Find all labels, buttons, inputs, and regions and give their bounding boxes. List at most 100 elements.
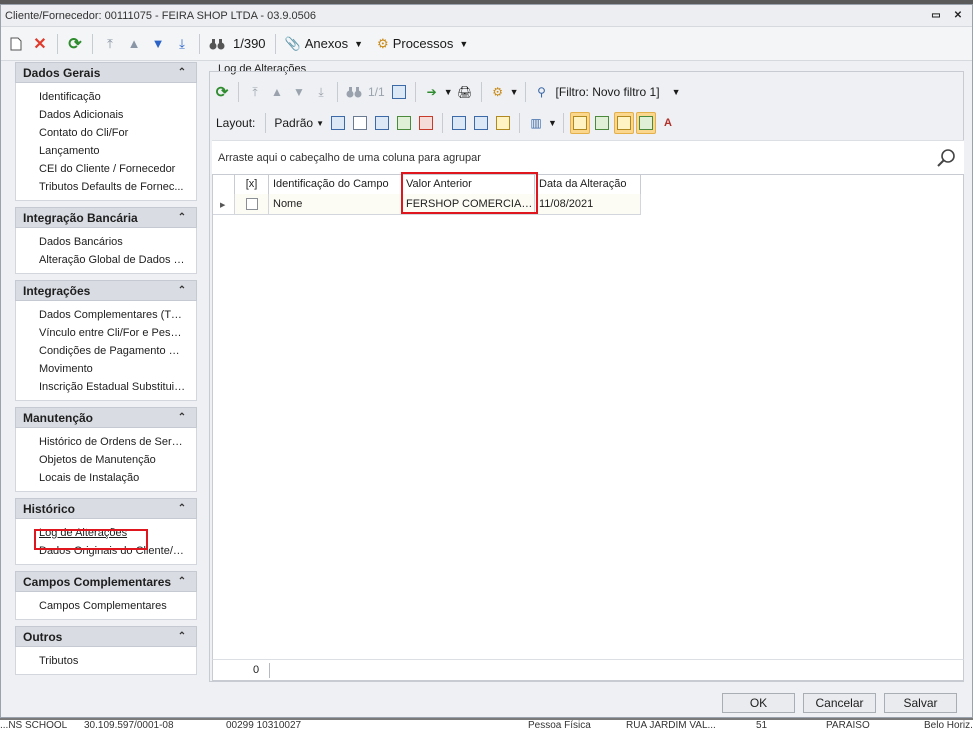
group-header[interactable]: Integrações ⌃ <box>15 280 197 301</box>
cell-data[interactable]: 11/08/2021 <box>535 194 641 215</box>
print-icon[interactable]: 🖨 <box>455 81 475 103</box>
sidebar-item-dados-complementares[interactable]: Dados Complementares (TO... <box>39 306 196 324</box>
refresh-icon[interactable]: ⟳ <box>212 81 232 103</box>
row-select-checkbox[interactable] <box>245 198 258 210</box>
band-toggle[interactable] <box>635 112 656 134</box>
column-header-select[interactable]: [x] <box>235 175 269 194</box>
new-record-icon[interactable] <box>5 32 27 56</box>
binoculars-icon[interactable] <box>344 81 364 103</box>
group-title: Dados Gerais <box>23 65 101 80</box>
layout-selector[interactable]: Padrão ▼ <box>272 112 326 134</box>
restore-icon[interactable]: ▭ <box>930 10 942 22</box>
group-header[interactable]: Outros ⌃ <box>15 626 197 647</box>
columns-icon[interactable] <box>372 112 392 134</box>
chevron-down-icon[interactable]: ▼ <box>672 87 681 97</box>
chart-icon[interactable]: ▥ <box>526 112 546 134</box>
sidebar-item-cei[interactable]: CEI do Cliente / Fornecedor <box>39 160 196 178</box>
group-outros: Outros ⌃ Tributos <box>15 626 197 675</box>
auto-filter-row-toggle[interactable] <box>569 112 590 134</box>
sidebar-item-dados-adicionais[interactable]: Dados Adicionais <box>39 106 196 124</box>
calendar-grid-icon[interactable] <box>389 81 409 103</box>
sidebar-item-tributos[interactable]: Tributos <box>39 652 196 670</box>
background-grid-row: ...NS SCHOOL 30.109.597/0001-08 00299 10… <box>0 718 973 729</box>
sidebar-item-historico-ordens[interactable]: Histórico de Ordens de Servi... <box>39 433 196 451</box>
delete-icon[interactable]: ✕ <box>29 32 51 56</box>
chevron-down-icon[interactable]: ▼ <box>444 87 453 97</box>
delete-layout-icon[interactable] <box>350 112 370 134</box>
title-bar: Cliente/Fornecedor: 00111075 - FEIRA SHO… <box>1 5 972 27</box>
previous-record-icon[interactable]: ▲ <box>123 32 145 56</box>
close-icon[interactable]: ✕ <box>952 10 964 22</box>
grid-processes-icon[interactable]: ⚙ <box>488 81 508 103</box>
collapse-icon[interactable]: ⌃ <box>175 630 189 644</box>
import-layout-icon[interactable] <box>394 112 414 134</box>
group-panel-icon[interactable] <box>449 112 469 134</box>
collapse-icon[interactable]: ⌃ <box>175 284 189 298</box>
column-header-campo[interactable]: Identificação do Campo <box>269 175 402 194</box>
export-layout-icon[interactable] <box>416 112 436 134</box>
binoculars-icon[interactable] <box>206 32 228 56</box>
sidebar-item-movimento[interactable]: Movimento <box>39 360 196 378</box>
sidebar-item-contato[interactable]: Contato do Cli/For <box>39 124 196 142</box>
sidebar-item-objetos-manutencao[interactable]: Objetos de Manutenção <box>39 451 196 469</box>
filter-selector[interactable]: [Filtro: Novo filtro 1] <box>554 81 662 103</box>
sidebar-item-log-alteracoes[interactable]: Log de Alterações <box>39 524 196 542</box>
sidebar-item-campos-complementares[interactable]: Campos Complementares <box>39 597 196 615</box>
last-record-icon[interactable]: ⤓ <box>311 81 331 103</box>
last-record-icon[interactable]: ⤓ <box>171 32 193 56</box>
search-icon[interactable] <box>936 148 956 173</box>
collapse-icon[interactable]: ⌃ <box>175 575 189 589</box>
save-layout-icon[interactable] <box>328 112 348 134</box>
group-header[interactable]: Manutenção ⌃ <box>15 407 197 428</box>
first-record-icon[interactable]: ⤒ <box>245 81 265 103</box>
export-icon[interactable]: ➔ <box>422 81 442 103</box>
navigation-sidebar: Dados Gerais ⌃ Identificação Dados Adici… <box>15 62 197 681</box>
preview-toggle[interactable] <box>613 112 634 134</box>
sidebar-item-condicoes-pagamento[interactable]: Condições de Pagamento De... <box>39 342 196 360</box>
chevron-down-icon: ▼ <box>354 38 364 49</box>
group-historico: Histórico ⌃ Log de Alterações Dados Orig… <box>15 498 197 565</box>
sidebar-item-alteracao-global[interactable]: Alteração Global de Dados B... <box>39 251 196 269</box>
cancel-button[interactable]: Cancelar <box>803 693 876 713</box>
refresh-icon[interactable]: ⟳ <box>64 32 86 56</box>
filter-icon[interactable]: ⚲ <box>532 81 552 103</box>
first-record-icon[interactable]: ⤒ <box>99 32 121 56</box>
attachments-button[interactable]: 📎 Anexos ▼ <box>282 32 366 56</box>
save-button[interactable]: Salvar <box>884 693 957 713</box>
group-header[interactable]: Histórico ⌃ <box>15 498 197 519</box>
group-header[interactable]: Campos Complementares ⌃ <box>15 571 197 592</box>
grid-header: [x] Identificação do Campo Valor Anterio… <box>213 175 641 194</box>
next-record-icon[interactable]: ▼ <box>147 32 169 56</box>
group-header[interactable]: Dados Gerais ⌃ <box>15 62 197 83</box>
column-header-valor-anterior[interactable]: Valor Anterior <box>402 175 535 194</box>
sum-icon[interactable] <box>471 112 491 134</box>
sidebar-item-inscricao-estadual[interactable]: Inscrição Estadual Substituiç... <box>39 378 196 396</box>
sidebar-item-identificacao[interactable]: Identificação <box>39 88 196 106</box>
next-record-icon[interactable]: ▼ <box>289 81 309 103</box>
group-by-area[interactable]: Arraste aqui o cabeçalho de uma coluna p… <box>212 140 964 174</box>
sidebar-item-locais-instalacao[interactable]: Locais de Instalação <box>39 469 196 487</box>
cell-valor-anterior[interactable]: FERSHOP COMERCIAL ... <box>402 194 535 215</box>
highlight-icon[interactable] <box>493 112 513 134</box>
sidebar-item-lancamento[interactable]: Lançamento <box>39 142 196 160</box>
sidebar-item-tributos-defaults[interactable]: Tributos Defaults de Fornec... <box>39 178 196 196</box>
sidebar-item-vinculo[interactable]: Vínculo entre Cli/For e Pessoa <box>39 324 196 342</box>
collapse-icon[interactable]: ⌃ <box>175 66 189 80</box>
ok-button[interactable]: OK <box>722 693 795 713</box>
table-row[interactable]: ▶ Nome FERSHOP COMERCIAL ... 11/08/2021 <box>213 194 641 215</box>
processes-button[interactable]: ⚙ Processos ▼ <box>374 32 471 56</box>
cell-campo[interactable]: Nome <box>269 194 402 215</box>
chevron-down-icon[interactable]: ▼ <box>548 118 557 128</box>
collapse-icon[interactable]: ⌃ <box>175 502 189 516</box>
sidebar-item-dados-bancarios[interactable]: Dados Bancários <box>39 233 196 251</box>
chevron-down-icon[interactable]: ▼ <box>510 87 519 97</box>
collapse-icon[interactable]: ⌃ <box>175 411 189 425</box>
previous-record-icon[interactable]: ▲ <box>267 81 287 103</box>
group-header[interactable]: Integração Bancária ⌃ <box>15 207 197 228</box>
background-cell: 30.109.597/0001-08 <box>84 720 174 729</box>
font-icon[interactable]: A <box>658 112 678 134</box>
sidebar-item-dados-originais[interactable]: Dados Originais do Cliente/F... <box>39 542 196 560</box>
column-header-data[interactable]: Data da Alteração <box>535 175 641 194</box>
footer-toggle[interactable] <box>592 112 612 134</box>
collapse-icon[interactable]: ⌃ <box>175 211 189 225</box>
